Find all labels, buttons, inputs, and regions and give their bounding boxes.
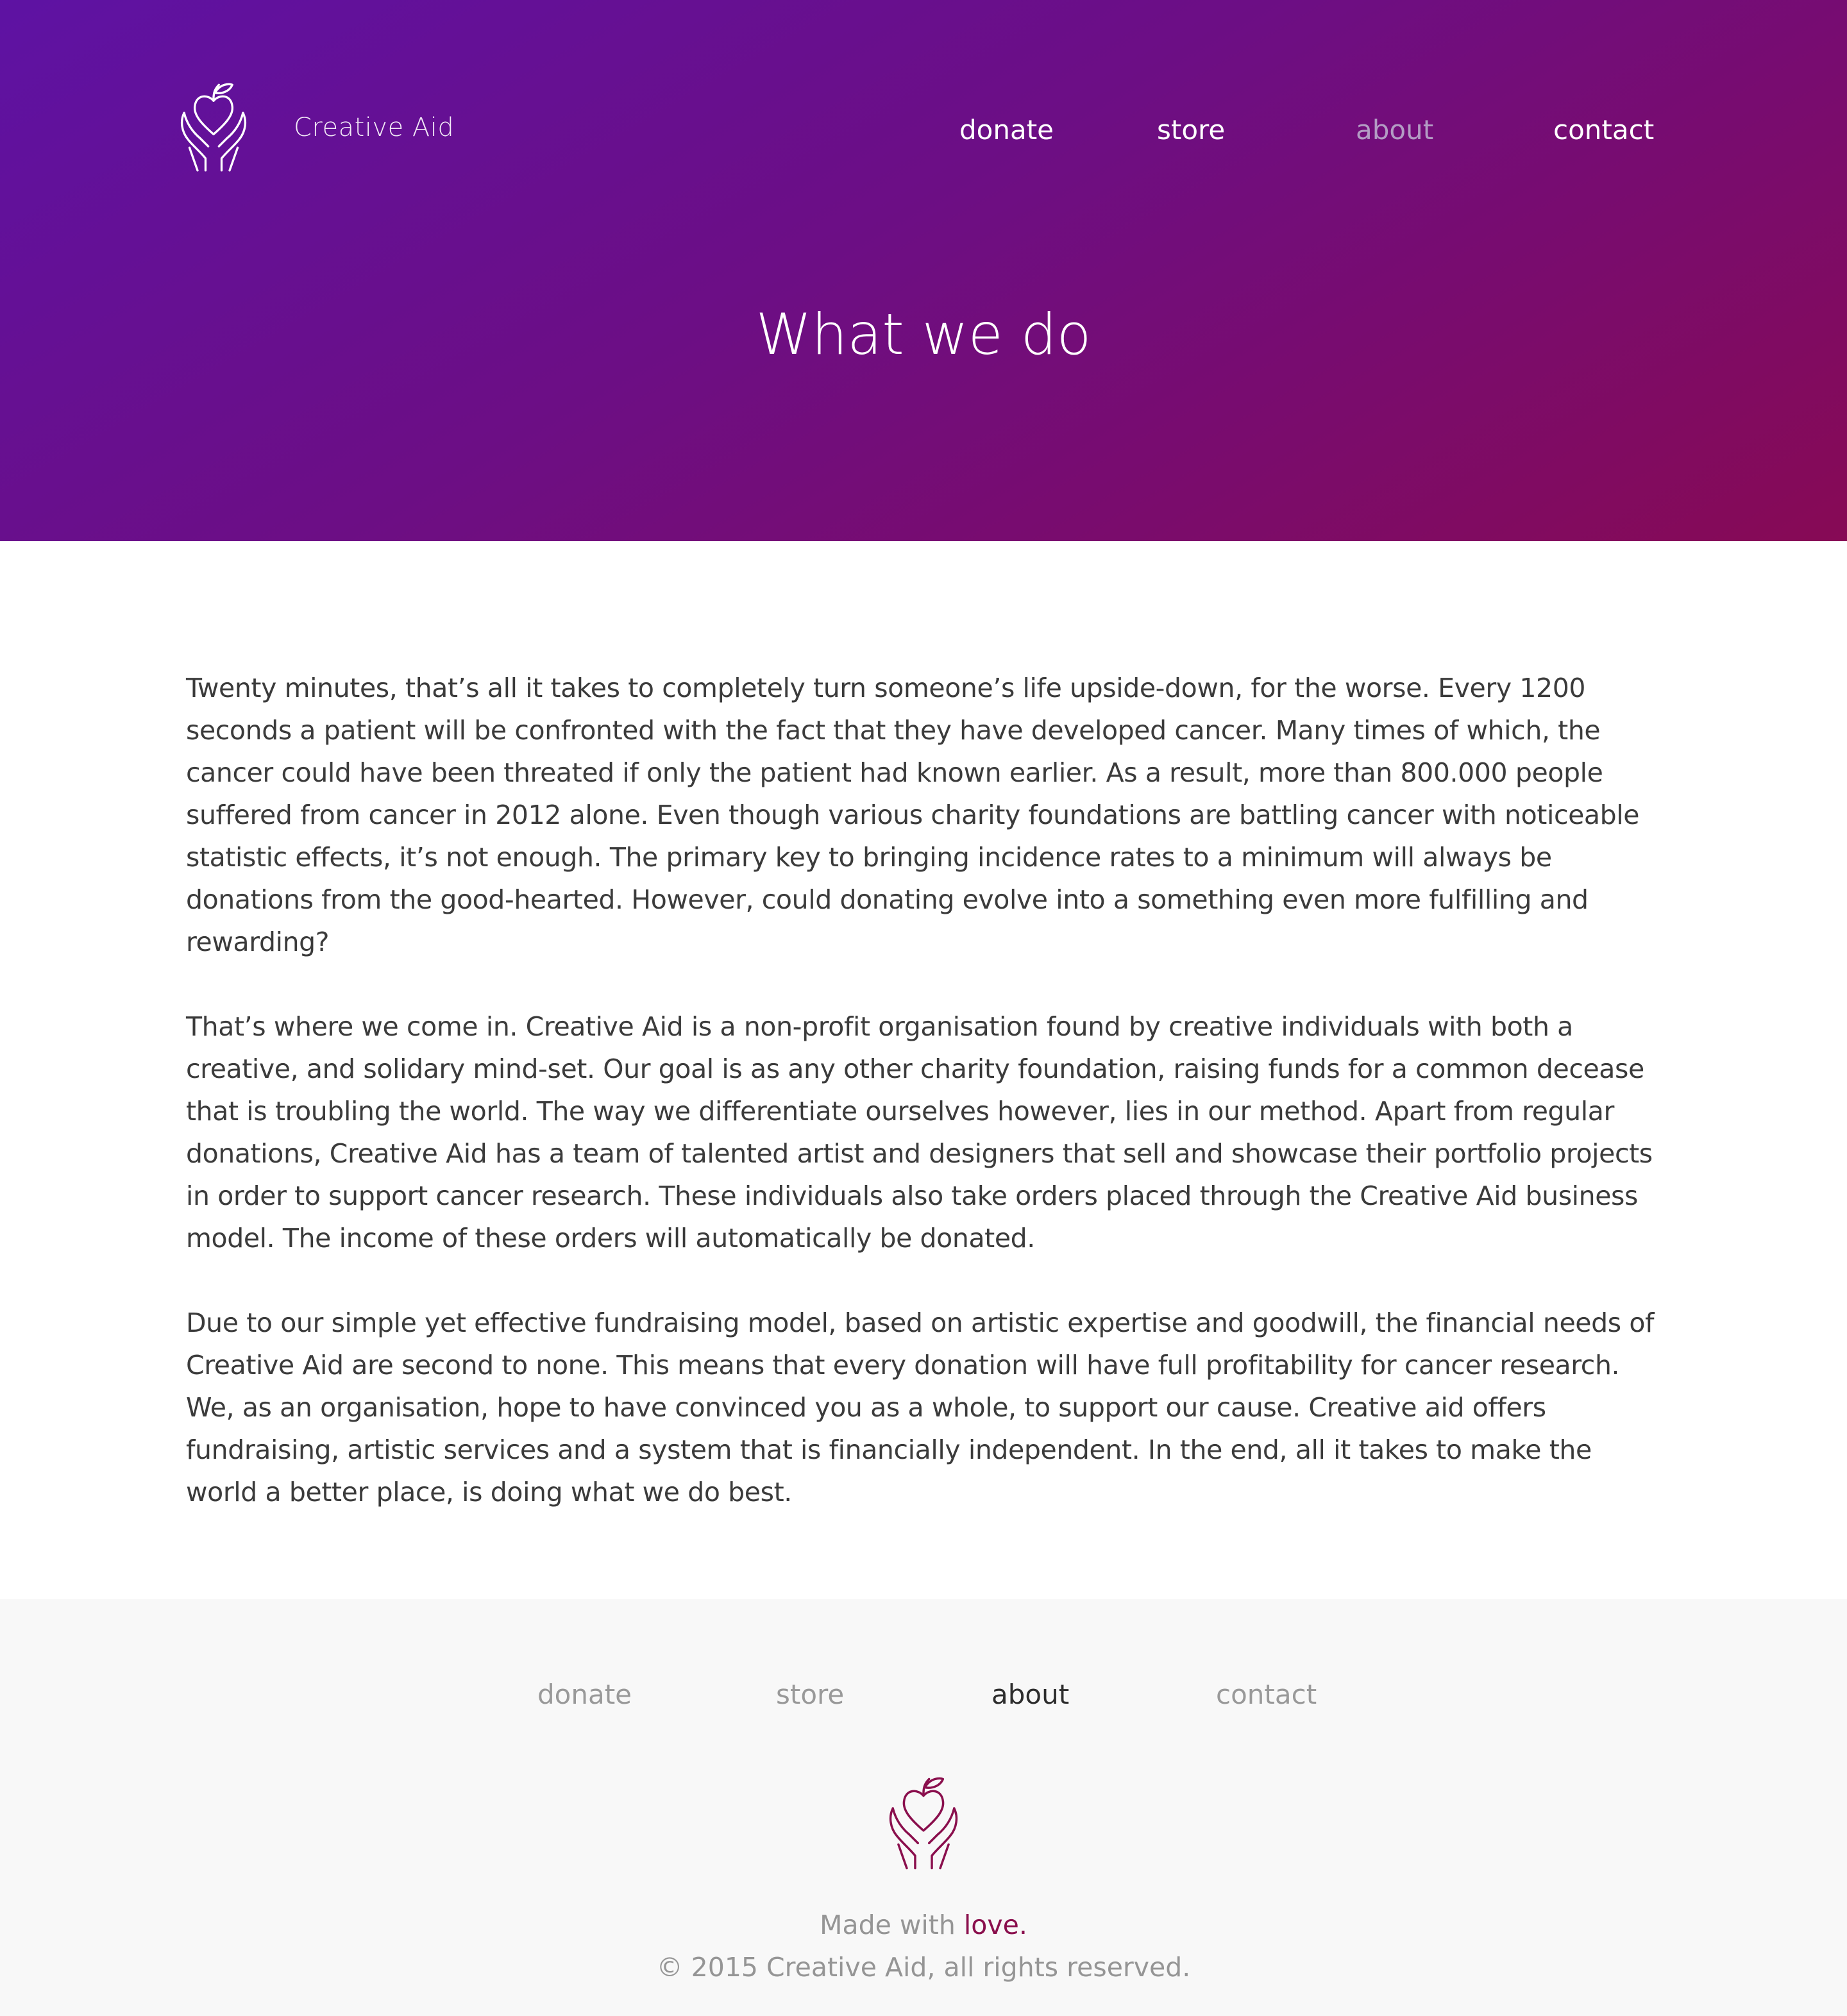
paragraph-model: Due to our simple yet effective fundrais… <box>186 1307 1655 1508</box>
page-title: What we do <box>755 301 1092 367</box>
nav-about[interactable]: about <box>1356 114 1433 146</box>
footer-nav-about[interactable]: about <box>991 1679 1069 1710</box>
heart-apple-hands-icon <box>180 83 247 172</box>
copyright: © 2015 Creative Aid, all rights reserved… <box>656 1952 1191 1983</box>
paragraph-mission: That’s where we come in. Creative Aid is… <box>186 1011 1653 1254</box>
site-footer: donate store about contact Made with lov… <box>0 1599 1847 2016</box>
made-with-text: Made with <box>820 1910 956 1940</box>
heart-apple-hands-icon <box>889 1777 958 1870</box>
brand-name[interactable]: Creative Aid <box>294 113 454 142</box>
hero-header: Creative Aid donate store about contact … <box>0 0 1847 541</box>
nav-store[interactable]: store <box>1157 114 1225 146</box>
about-content: Twenty minutes, that’s all it takes to c… <box>186 667 1661 1556</box>
paragraph-intro: Twenty minutes, that’s all it takes to c… <box>186 673 1640 957</box>
footer-nav-store[interactable]: store <box>776 1679 844 1710</box>
love-text: love. <box>963 1910 1027 1940</box>
logo-link[interactable] <box>173 81 254 174</box>
nav-contact[interactable]: contact <box>1553 114 1654 146</box>
footer-nav-contact[interactable]: contact <box>1216 1679 1317 1710</box>
nav-donate[interactable]: donate <box>959 114 1054 146</box>
footer-nav-donate[interactable]: donate <box>537 1679 632 1710</box>
made-with-love: Made with love. <box>0 1910 1847 1940</box>
footer-logo <box>879 1775 968 1872</box>
